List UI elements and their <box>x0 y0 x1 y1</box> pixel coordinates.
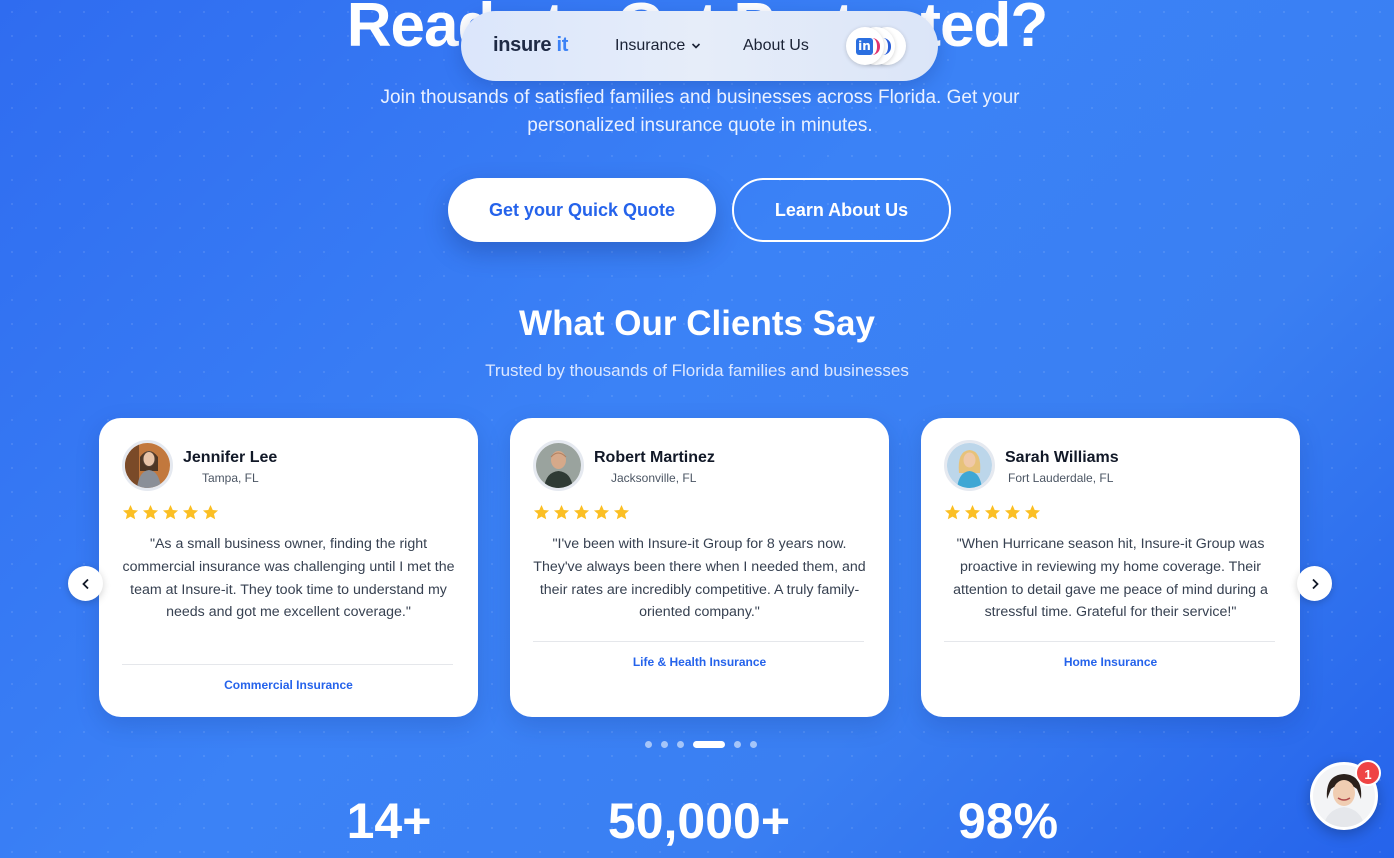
client-name: Jennifer Lee <box>183 449 278 466</box>
logo[interactable]: insure it <box>493 34 568 57</box>
avatar <box>944 440 995 491</box>
quick-quote-button[interactable]: Get your Quick Quote <box>448 178 716 242</box>
pagination-dot[interactable] <box>645 741 652 748</box>
testimonial-card: Sarah Williams Fort Lauderdale, FL "When… <box>921 418 1300 717</box>
carousel-pagination <box>645 741 757 748</box>
testimonial-quote: "As a small business owner, finding the … <box>122 536 455 621</box>
client-location: Tampa, FL <box>202 471 259 485</box>
chevron-down-icon <box>692 43 701 49</box>
star-icon <box>122 505 139 520</box>
stat-satisfaction: 98% <box>957 793 1059 849</box>
nav-insurance-dropdown[interactable]: Insurance <box>615 37 701 55</box>
chevron-right-icon <box>1311 578 1319 589</box>
insurance-category-link[interactable]: Home Insurance <box>921 655 1300 669</box>
client-name: Robert Martinez <box>594 449 715 466</box>
testimonials-subtitle: Trusted by thousands of Florida families… <box>485 361 909 380</box>
star-icon <box>613 505 630 520</box>
client-location: Fort Lauderdale, FL <box>1008 471 1114 485</box>
divider <box>533 641 864 642</box>
star-icon <box>533 505 550 520</box>
stat-clients: 50,000+ <box>607 793 791 849</box>
testimonials-title: What Our Clients Say <box>519 304 875 343</box>
divider <box>122 664 453 665</box>
testimonial-card: Robert Martinez Jacksonville, FL "I've b… <box>510 418 889 717</box>
star-icon <box>1024 505 1041 520</box>
star-icon <box>1004 505 1021 520</box>
divider <box>944 641 1275 642</box>
navbar: insure it Insurance About Us in <box>461 11 938 81</box>
star-rating <box>122 504 219 521</box>
pagination-dot[interactable] <box>677 741 684 748</box>
star-icon <box>964 505 981 520</box>
logo-accent: it <box>556 34 569 56</box>
social-links: in <box>846 27 908 65</box>
unread-badge: 1 <box>1355 760 1381 786</box>
linkedin-icon: in <box>856 38 873 55</box>
insurance-category-link[interactable]: Life & Health Insurance <box>510 655 889 669</box>
carousel-next-button[interactable] <box>1297 566 1332 601</box>
pagination-dot[interactable] <box>693 741 725 748</box>
star-icon <box>553 505 570 520</box>
star-icon <box>162 505 179 520</box>
chevron-left-icon <box>81 578 89 589</box>
stat-years: 14+ <box>346 793 432 849</box>
star-rating <box>944 504 1041 521</box>
star-icon <box>202 505 219 520</box>
pagination-dot[interactable] <box>750 741 757 748</box>
star-icon <box>944 505 961 520</box>
client-location: Jacksonville, FL <box>611 471 697 485</box>
star-rating <box>533 504 630 521</box>
avatar <box>122 440 173 491</box>
pagination-dot[interactable] <box>661 741 668 748</box>
testimonial-card: Jennifer Lee Tampa, FL "As a small busin… <box>99 418 478 717</box>
insurance-category-link[interactable]: Commercial Insurance <box>99 678 478 692</box>
star-icon <box>573 505 590 520</box>
nav-insurance-label: Insurance <box>615 37 686 54</box>
star-icon <box>182 505 199 520</box>
avatar <box>533 440 584 491</box>
pagination-dot[interactable] <box>734 741 741 748</box>
testimonial-quote: "I've been with Insure-it Group for 8 ye… <box>533 536 866 621</box>
star-icon <box>593 505 610 520</box>
hero-subtitle: Join thousands of satisfied families and… <box>380 87 1020 136</box>
star-icon <box>984 505 1001 520</box>
logo-text: insure <box>493 34 552 56</box>
testimonial-quote: "When Hurricane season hit, Insure-it Gr… <box>953 536 1268 621</box>
star-icon <box>142 505 159 520</box>
client-name: Sarah Williams <box>1005 449 1119 466</box>
learn-about-us-button[interactable]: Learn About Us <box>732 178 951 242</box>
nav-about-us[interactable]: About Us <box>743 37 809 55</box>
carousel-prev-button[interactable] <box>68 566 103 601</box>
